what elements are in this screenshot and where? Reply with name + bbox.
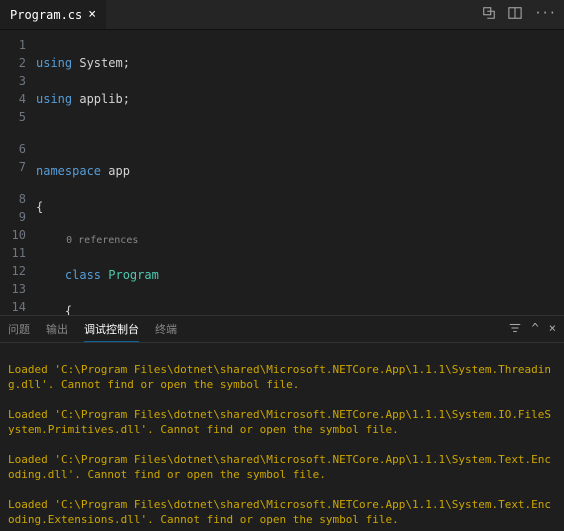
split-icon[interactable] xyxy=(508,6,522,23)
tab-output[interactable]: 输出 xyxy=(46,317,68,342)
line-gutter: 1234567891011121314 xyxy=(0,30,36,315)
filter-icon[interactable] xyxy=(508,321,522,338)
panel-tabs: 问题 输出 调试控制台 终端 ^ × xyxy=(0,315,564,343)
diff-icon[interactable] xyxy=(482,6,496,23)
tab-program-cs[interactable]: Program.cs × xyxy=(0,0,106,29)
more-icon[interactable]: ··· xyxy=(534,6,556,23)
tab-label: Program.cs xyxy=(10,8,82,22)
tab-debug-console[interactable]: 调试控制台 xyxy=(84,317,139,342)
close-icon[interactable]: × xyxy=(88,7,96,22)
maximize-icon[interactable]: ^ xyxy=(532,321,539,338)
close-panel-icon[interactable]: × xyxy=(549,321,556,338)
tab-problems[interactable]: 问题 xyxy=(8,317,30,342)
tab-bar: Program.cs × ··· xyxy=(0,0,564,30)
tab-terminal[interactable]: 终端 xyxy=(155,317,177,342)
code-area[interactable]: using System; using applib; namespace ap… xyxy=(36,30,564,315)
code-editor[interactable]: 1234567891011121314 using System; using … xyxy=(0,30,564,315)
debug-console[interactable]: Loaded 'C:\Program Files\dotnet\shared\M… xyxy=(0,343,564,531)
